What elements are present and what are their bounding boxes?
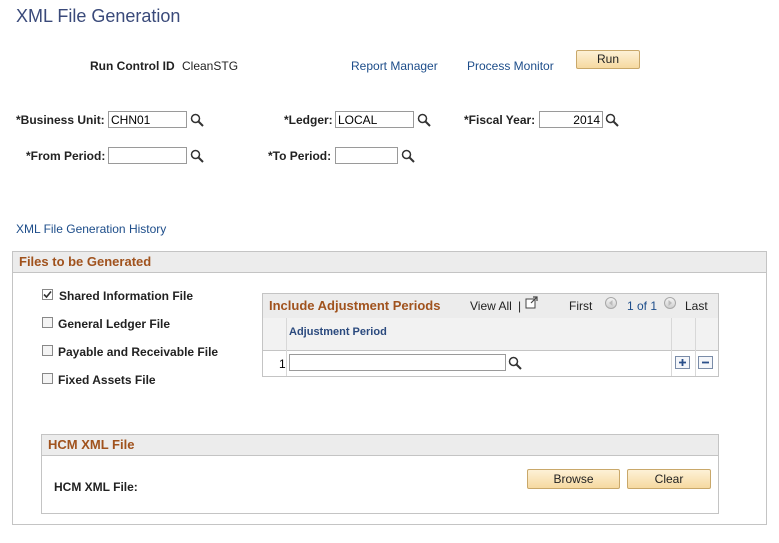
to-period-lookup-icon[interactable]	[401, 149, 415, 163]
fixed-assets-label: Fixed Assets File	[58, 373, 156, 387]
shared-info-checkbox[interactable]	[42, 289, 53, 300]
from-period-lookup-icon[interactable]	[190, 149, 204, 163]
business-unit-input[interactable]	[108, 111, 187, 128]
from-period-label: *From Period:	[26, 149, 106, 163]
checkmark-icon	[43, 290, 52, 299]
business-unit-lookup-icon[interactable]	[190, 113, 204, 127]
adjustment-period-column-header[interactable]: Adjustment Period	[289, 326, 387, 338]
arrow-right-icon	[668, 300, 672, 306]
hcm-section-title: HCM XML File	[42, 435, 718, 456]
row-number: 1	[279, 357, 286, 371]
ledger-input[interactable]	[335, 111, 414, 128]
from-period-input[interactable]	[108, 147, 187, 164]
payable-receivable-checkbox[interactable]	[42, 345, 53, 356]
process-monitor-link[interactable]: Process Monitor	[467, 59, 554, 73]
next-button[interactable]	[664, 297, 676, 309]
clear-button[interactable]: Clear	[627, 469, 711, 489]
add-row-button[interactable]	[675, 356, 690, 369]
view-all-separator: |	[518, 299, 522, 313]
previous-button[interactable]	[605, 297, 617, 309]
general-ledger-checkbox[interactable]	[42, 317, 53, 328]
arrow-left-icon	[609, 300, 613, 306]
fixed-assets-checkbox[interactable]	[42, 373, 53, 384]
range-text: 1 of 1	[627, 299, 658, 313]
view-all-link[interactable]: View All	[470, 299, 512, 313]
general-ledger-label: General Ledger File	[58, 317, 171, 331]
hcm-file-label: HCM XML File:	[54, 480, 138, 494]
history-link[interactable]: XML File Generation History	[16, 222, 166, 236]
first-link[interactable]: First	[569, 299, 592, 313]
browse-button[interactable]: Browse	[527, 469, 620, 489]
minus-icon	[702, 361, 709, 364]
business-unit-label: *Business Unit:	[16, 113, 105, 127]
new-window-icon[interactable]	[525, 296, 539, 309]
fiscal-year-input[interactable]	[539, 111, 603, 128]
fiscal-year-lookup-icon[interactable]	[605, 113, 619, 127]
page-title: XML File Generation	[16, 6, 181, 26]
delete-row-button[interactable]	[698, 356, 713, 369]
fiscal-year-label: *Fiscal Year:	[464, 113, 536, 127]
run-button[interactable]: Run	[576, 50, 640, 69]
payable-receivable-label: Payable and Receivable File	[58, 345, 219, 359]
shared-info-label: Shared Information File	[59, 289, 194, 303]
run-control-label: Run Control ID	[90, 59, 175, 73]
to-period-label: *To Period:	[268, 149, 332, 163]
adjustment-period-lookup-icon[interactable]	[508, 356, 522, 370]
grid-title: Include Adjustment Periods	[269, 298, 441, 313]
last-link[interactable]: Last	[685, 299, 708, 313]
to-period-input[interactable]	[335, 147, 398, 164]
adjustment-period-input[interactable]	[289, 354, 506, 371]
files-section-title: Files to be Generated	[13, 252, 766, 273]
report-manager-link[interactable]: Report Manager	[351, 59, 438, 73]
ledger-label: *Ledger:	[284, 113, 333, 127]
ledger-lookup-icon[interactable]	[417, 113, 431, 127]
plus-icon	[679, 359, 686, 366]
run-control-value: CleanSTG	[182, 59, 239, 73]
